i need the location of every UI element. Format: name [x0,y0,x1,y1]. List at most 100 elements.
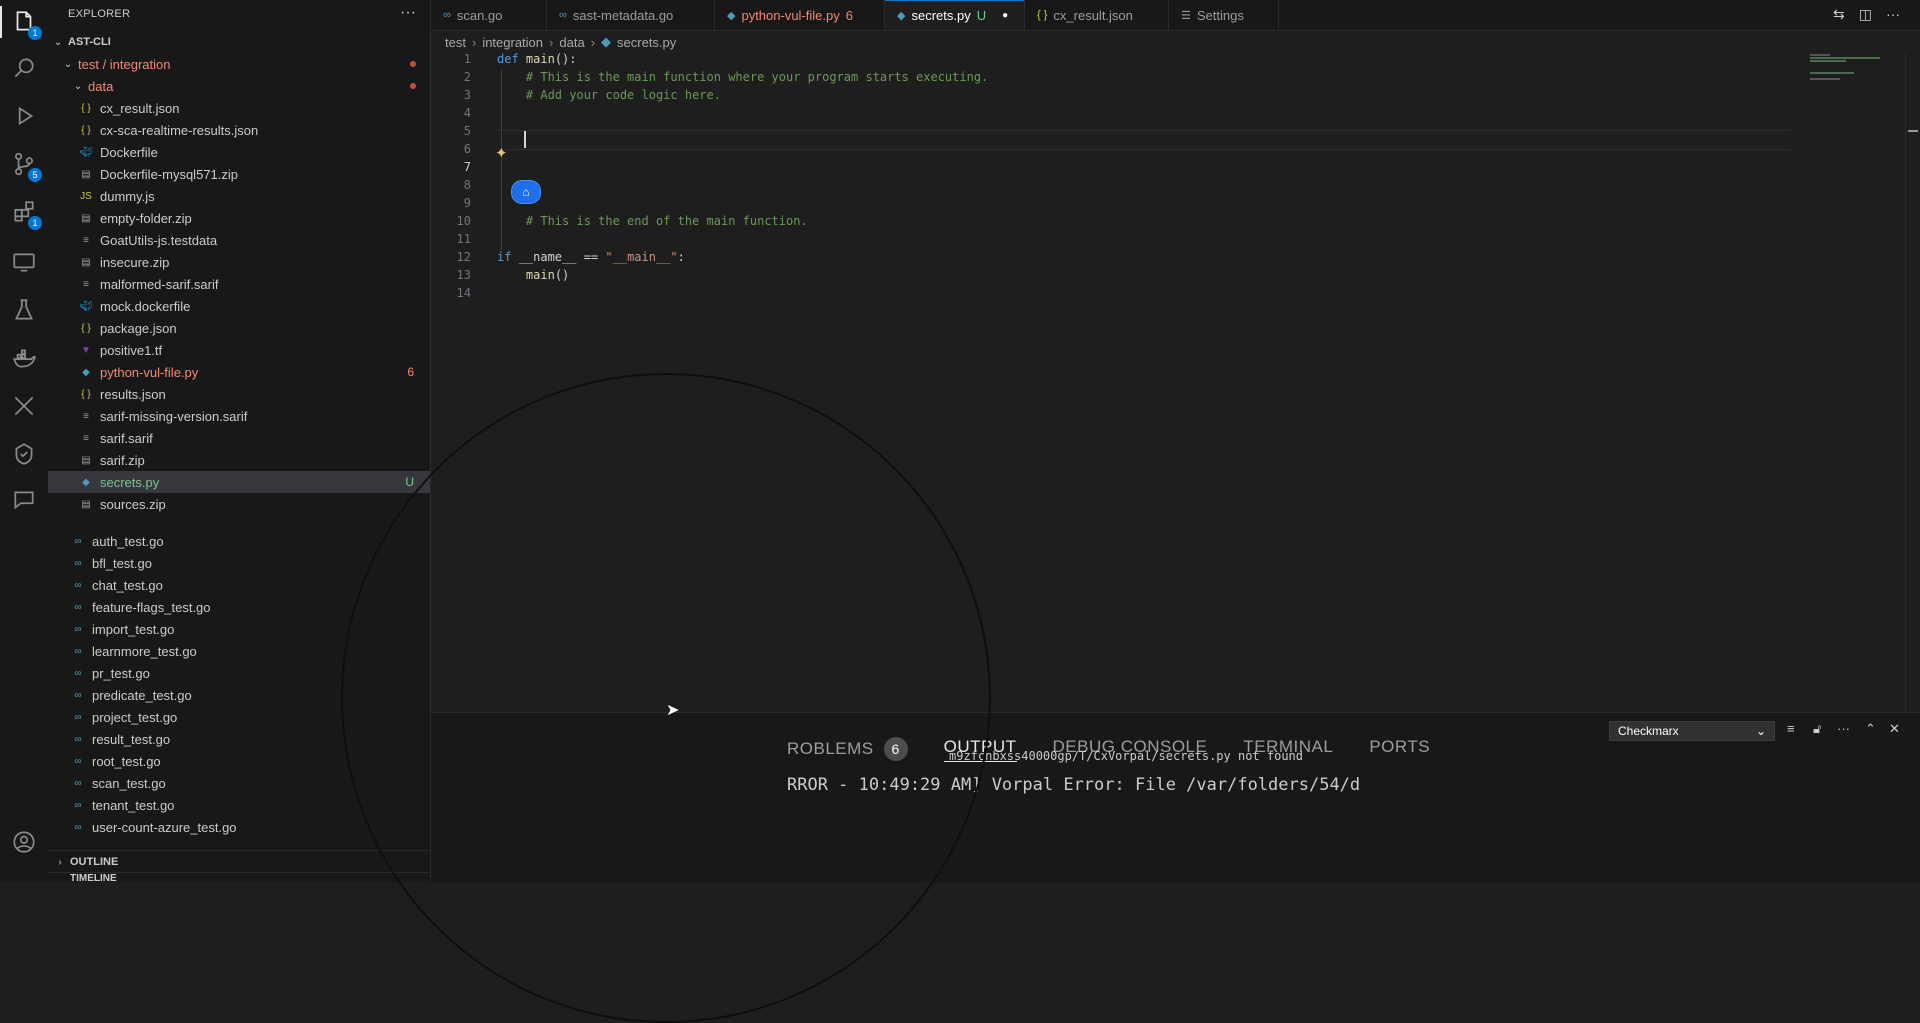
breadcrumb-item[interactable]: test [445,35,466,50]
breadcrumb-item[interactable]: data [559,35,584,50]
file-item[interactable]: ▤ sources.zip [48,493,430,515]
file-item[interactable]: ∞ project_test.go [48,706,430,728]
file-item[interactable]: ≡ sarif.sarif [48,427,430,449]
tab-problems[interactable]: ROBLEMS 6 [787,737,908,762]
python-file-icon: ◆ [727,9,736,22]
lock-scroll-icon[interactable]: 🔓︎ [1813,721,1821,737]
file-item[interactable]: ∞ import_test.go [48,618,430,640]
file-item[interactable]: ∞ chat_test.go [48,574,430,596]
file-item[interactable]: ∞ auth_test.go [48,530,430,552]
file-item[interactable]: ∞ learnmore_test.go [48,640,430,662]
chat-icon[interactable] [8,484,40,516]
file-item[interactable]: ∞ bfl_test.go [48,552,430,574]
split-editor-icon[interactable]: ◫ [1859,6,1872,23]
testing-icon[interactable] [8,294,40,326]
explorer-title: EXPLORER [68,8,131,20]
file-item[interactable]: ∞ pr_test.go [48,662,430,684]
unsaved-dot-icon[interactable]: ● [1002,10,1008,21]
more-actions-icon[interactable]: ··· [1837,721,1850,736]
file-item[interactable]: 🐳︎ mock.dockerfile [48,295,430,317]
source-control-icon[interactable]: 5 [8,148,42,182]
clear-output-icon[interactable]: ≡ [1787,721,1795,736]
copilot-hint-icon[interactable]: ⌂ [511,180,541,204]
file-label: import_test.go [92,621,175,637]
code-line: main() [497,268,569,282]
tab-scan-go[interactable]: ∞ scan.go [431,0,547,30]
file-item[interactable]: 🐳︎ Dockerfile [48,141,430,163]
file-item[interactable]: JS dummy.js [48,185,430,207]
file-item[interactable]: { } package.json [48,317,430,339]
file-item[interactable]: ▤ insecure.zip [48,251,430,273]
tab-sast-metadata-go[interactable]: ∞ sast-metadata.go [547,0,715,30]
file-item[interactable]: ∞ feature-flags_test.go [48,596,430,618]
timeline-section[interactable]: TIMELINE [48,872,430,883]
file-item[interactable]: ≡ malformed-sarif.sarif [48,273,430,295]
file-item[interactable]: ▤ Dockerfile-mysql571.zip [48,163,430,185]
tab-ports[interactable]: PORTS [1369,737,1430,762]
remote-explorer-icon[interactable] [8,246,40,278]
file-item[interactable]: ≡ sarif-missing-version.sarif [48,405,430,427]
code-line: # Add your code logic here. [497,88,721,102]
workspace-root[interactable]: ⌄ AST-CLI [48,31,430,53]
tab-python-vul-file-py[interactable]: ◆ python-vul-file.py 6 [715,0,885,30]
file-item[interactable]: ◆ secrets.py U [48,471,430,493]
file-label: scan_test.go [92,775,166,791]
explorer-icon[interactable]: 1 [0,6,42,40]
code-token: if [497,250,519,264]
file-item[interactable]: { } results.json [48,383,430,405]
file-label: python-vul-file.py [100,364,199,380]
file-item[interactable]: ≡ GoatUtils-js.testdata [48,229,430,251]
ai-sparkle-icon[interactable]: ✦ [495,144,508,162]
run-debug-icon[interactable] [8,100,40,132]
checkmarx-icon[interactable] [8,438,40,470]
file-item[interactable]: ◆ python-vul-file.py 6 [48,361,430,383]
file-item[interactable]: ▤ sarif.zip [48,449,430,471]
file-label: sarif.zip [100,452,145,468]
go-file-icon: ∞ [74,535,82,547]
folder-data[interactable]: ⌄ data [48,75,430,97]
open-changes-icon[interactable]: ⇆ [1833,6,1845,23]
more-actions-icon[interactable]: ··· [1886,6,1900,23]
file-item[interactable]: ▤ empty-folder.zip [48,207,430,229]
go-file-icon: ∞ [74,645,82,657]
outline-section[interactable]: › OUTLINE [48,850,430,873]
explorer-badge: 1 [28,26,42,40]
docker-icon[interactable] [8,342,40,374]
file-item[interactable]: ∞ user-count-azure_test.go [48,816,430,838]
file-item[interactable]: ∞ root_test.go [48,750,430,772]
tab-settings[interactable]: ☰ Settings [1169,0,1279,30]
file-item[interactable]: ∞ result_test.go [48,728,430,750]
vertical-scrollbar[interactable] [1905,52,1920,712]
file-item[interactable]: ▼ positive1.tf [48,339,430,361]
folder-test-integration[interactable]: ⌄ test / integration [48,53,430,75]
extensions-icon[interactable]: 1 [8,196,42,230]
go-file-icon: ∞ [443,9,451,21]
file-item[interactable]: ∞ tenant_test.go [48,794,430,816]
file-item[interactable]: { } cx-sca-realtime-results.json [48,119,430,141]
maximize-panel-icon[interactable]: ⌃ [1865,721,1876,737]
file-item[interactable]: { } cx_result.json [48,97,430,119]
file-item[interactable]: ∞ scan_test.go [48,772,430,794]
account-icon[interactable] [8,826,40,858]
close-panel-icon[interactable]: ✕ [1889,721,1900,737]
minimap[interactable] [1800,52,1920,712]
tab-secrets-py[interactable]: ◆ secrets.py U ● [885,0,1025,30]
python-file-icon: ◆ [897,10,906,22]
tools-icon[interactable] [8,390,40,422]
minimap-line [1810,57,1880,59]
search-icon[interactable] [8,52,40,84]
output-channel-select[interactable]: Checkmarx ⌄ [1609,721,1775,741]
tab-cx-result-json[interactable]: { } cx_result.json [1025,0,1169,30]
file-item[interactable]: ∞ predicate_test.go [48,684,430,706]
breadcrumb-item[interactable]: secrets.py [617,35,676,50]
file-label: secrets.py [100,474,160,490]
code-token: # This is the main function where your p… [525,70,989,84]
breadcrumb-item[interactable]: integration [482,35,543,50]
tab-label: sast-metadata.go [572,7,674,23]
zip-file-icon: ▤ [81,498,91,510]
code-editor[interactable]: 1 def main(): 2 # This is the main functio… [431,52,1920,712]
explorer-more-button[interactable]: ··· [400,4,416,22]
output-line-magnified: RROR - 10:49:29 AM] Vorpal Error: File /… [787,775,1361,795]
output-line: m9zfcnbxss40000gp/T/CxVorpal/secrets.py … [949,749,1304,763]
